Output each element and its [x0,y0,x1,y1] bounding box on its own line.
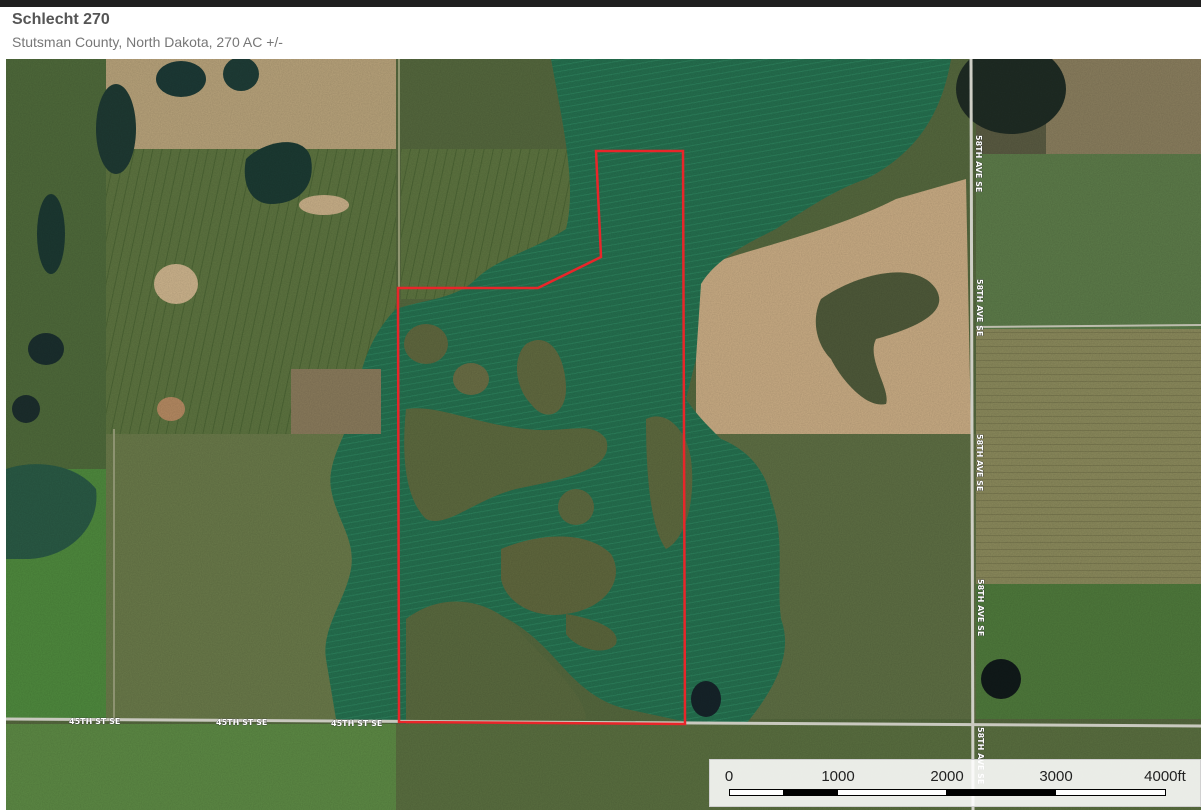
scale-segment [946,789,1056,796]
road-label-45th-st: 45TH ST SE [216,718,267,727]
road-label-58th-ave: 58TH AVE SE [976,579,985,636]
scale-segment [837,789,947,796]
texture-overlay [6,59,1201,810]
scale-label: 4000ft [1144,768,1186,785]
map-subtitle: Stutsman County, North Dakota, 270 AC +/… [12,34,283,50]
scale-segment [1055,789,1166,796]
road-label-58th-ave: 58TH AVE SE [974,135,983,192]
top-strip [0,0,1201,7]
road-label-45th-st: 45TH ST SE [331,719,382,728]
road-58th-ave [969,59,975,810]
map-title: Schlecht 270 [12,11,110,28]
scale-label: 0 [724,768,734,785]
satellite-map[interactable]: 45TH ST SE 45TH ST SE 45TH ST SE 58TH AV… [6,59,1201,810]
road-label-58th-ave: 58TH AVE SE [975,434,984,491]
scale-label: 3000 [1039,768,1073,785]
scale-bar: 0 1000 2000 3000 4000ft [709,759,1201,807]
road-label-45th-st: 45TH ST SE [69,717,120,726]
scale-label: 1000 [821,768,855,785]
map-header: Schlecht 270 Stutsman County, North Dako… [0,7,1201,59]
road-label-58th-ave: 58TH AVE SE [975,279,984,336]
scale-segment [783,789,838,796]
scale-label: 2000 [930,768,964,785]
scale-segment [729,789,784,796]
